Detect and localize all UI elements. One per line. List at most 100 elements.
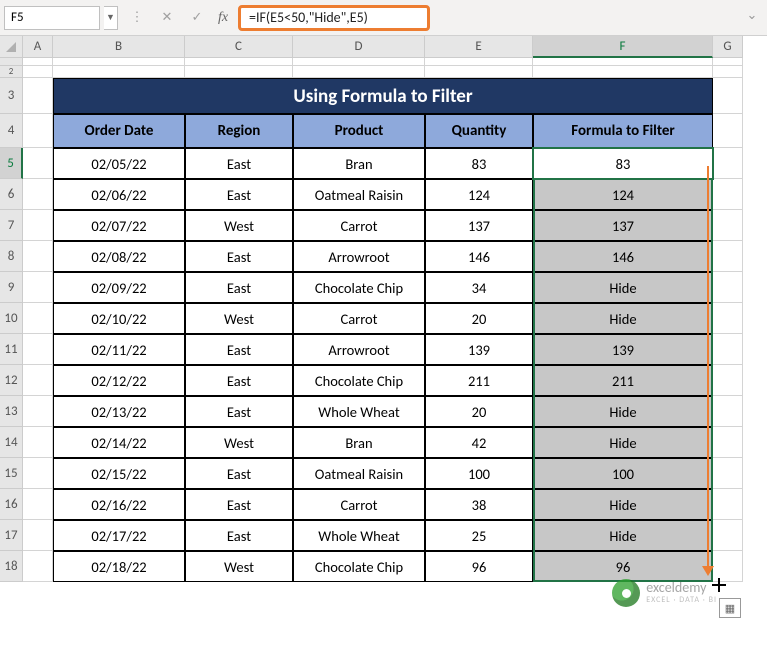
row-header[interactable]: 13 bbox=[0, 396, 23, 427]
row-header[interactable]: 2 bbox=[0, 66, 23, 78]
cell-region[interactable]: West bbox=[185, 210, 293, 241]
name-box-dropdown[interactable]: ▼ bbox=[104, 6, 118, 30]
sheet-cells[interactable]: Using Formula to Filter Order Date Regio… bbox=[23, 58, 743, 582]
cell-filter[interactable]: 137 bbox=[533, 210, 713, 241]
blank-cell[interactable] bbox=[23, 551, 53, 582]
col-header-a[interactable]: A bbox=[23, 36, 53, 58]
cell-region[interactable]: East bbox=[185, 179, 293, 210]
row-header[interactable]: 15 bbox=[0, 458, 23, 489]
cell-quantity[interactable]: 25 bbox=[425, 520, 533, 551]
cell-quantity[interactable]: 20 bbox=[425, 396, 533, 427]
cell-date[interactable]: 02/10/22 bbox=[53, 303, 185, 334]
cell-quantity[interactable]: 124 bbox=[425, 179, 533, 210]
cell-product[interactable]: Bran bbox=[293, 148, 425, 179]
cell-filter[interactable]: 146 bbox=[533, 241, 713, 272]
blank-cell[interactable] bbox=[713, 272, 743, 303]
cell-filter[interactable]: Hide bbox=[533, 520, 713, 551]
cell-region[interactable]: West bbox=[185, 551, 293, 582]
col-header-e[interactable]: E bbox=[425, 36, 533, 58]
autofill-options-button[interactable]: ▦ bbox=[719, 598, 741, 618]
blank-cell[interactable] bbox=[713, 396, 743, 427]
row-header[interactable]: 3 bbox=[0, 78, 23, 114]
cell-product[interactable]: Carrot bbox=[293, 303, 425, 334]
blank-cell[interactable] bbox=[713, 520, 743, 551]
header-region[interactable]: Region bbox=[185, 114, 293, 148]
cell-date[interactable]: 02/05/22 bbox=[53, 148, 185, 179]
cell-region[interactable]: East bbox=[185, 334, 293, 365]
cell-product[interactable]: Chocolate Chip bbox=[293, 551, 425, 582]
cell-filter[interactable]: Hide bbox=[533, 489, 713, 520]
cell-date[interactable]: 02/14/22 bbox=[53, 427, 185, 458]
blank-cell[interactable] bbox=[23, 427, 53, 458]
cell-quantity[interactable]: 34 bbox=[425, 272, 533, 303]
cell-product[interactable]: Chocolate Chip bbox=[293, 272, 425, 303]
blank-cell[interactable] bbox=[713, 241, 743, 272]
cell-region[interactable]: East bbox=[185, 489, 293, 520]
cell-product[interactable]: Whole Wheat bbox=[293, 520, 425, 551]
cell-product[interactable]: Carrot bbox=[293, 210, 425, 241]
cell-date[interactable]: 02/15/22 bbox=[53, 458, 185, 489]
cell-product[interactable]: Oatmeal Raisin bbox=[293, 458, 425, 489]
cancel-icon[interactable]: ✕ bbox=[156, 6, 178, 30]
blank-cell[interactable] bbox=[23, 241, 53, 272]
blank-cell[interactable] bbox=[23, 272, 53, 303]
row-header[interactable]: 8 bbox=[0, 241, 23, 272]
select-all-corner[interactable] bbox=[0, 36, 23, 58]
cell-date[interactable]: 02/09/22 bbox=[53, 272, 185, 303]
cell-region[interactable]: East bbox=[185, 396, 293, 427]
row-header[interactable]: 9 bbox=[0, 272, 23, 303]
blank-cell[interactable] bbox=[23, 148, 53, 179]
row-header[interactable]: 7 bbox=[0, 210, 23, 241]
col-header-f[interactable]: F bbox=[533, 36, 713, 58]
fx-icon[interactable]: fx bbox=[212, 10, 234, 26]
row-header[interactable]: 16 bbox=[0, 489, 23, 520]
cell-quantity[interactable]: 42 bbox=[425, 427, 533, 458]
name-box[interactable]: F5 bbox=[4, 6, 100, 30]
blank-cell[interactable] bbox=[713, 334, 743, 365]
cell-product[interactable]: Whole Wheat bbox=[293, 396, 425, 427]
cell-filter[interactable]: Hide bbox=[533, 303, 713, 334]
blank-cell[interactable] bbox=[713, 179, 743, 210]
col-header-c[interactable]: C bbox=[185, 36, 293, 58]
cell-quantity[interactable]: 20 bbox=[425, 303, 533, 334]
col-header-d[interactable]: D bbox=[293, 36, 425, 58]
row-header[interactable]: 10 bbox=[0, 303, 23, 334]
cell-product[interactable]: Arrowroot bbox=[293, 241, 425, 272]
cell-region[interactable]: East bbox=[185, 365, 293, 396]
cell-quantity[interactable]: 38 bbox=[425, 489, 533, 520]
cell-product[interactable]: Carrot bbox=[293, 489, 425, 520]
blank-cell[interactable] bbox=[713, 303, 743, 334]
blank-cell[interactable] bbox=[23, 520, 53, 551]
cell-filter[interactable]: 124 bbox=[533, 179, 713, 210]
col-header-b[interactable]: B bbox=[53, 36, 185, 58]
blank-cell[interactable] bbox=[23, 334, 53, 365]
cell-quantity[interactable]: 100 bbox=[425, 458, 533, 489]
row-header[interactable]: 18 bbox=[0, 551, 23, 582]
blank-cell[interactable] bbox=[713, 458, 743, 489]
cell-region[interactable]: East bbox=[185, 241, 293, 272]
cell-quantity[interactable]: 146 bbox=[425, 241, 533, 272]
blank-cell[interactable] bbox=[23, 458, 53, 489]
blank-cell[interactable] bbox=[713, 489, 743, 520]
blank-cell[interactable] bbox=[23, 179, 53, 210]
row-header[interactable]: 5 bbox=[0, 148, 23, 179]
enter-icon[interactable]: ✓ bbox=[186, 6, 208, 30]
blank-cell[interactable] bbox=[713, 148, 743, 179]
row-header[interactable]: 4 bbox=[0, 114, 23, 148]
cell-product[interactable]: Oatmeal Raisin bbox=[293, 179, 425, 210]
cell-filter[interactable]: Hide bbox=[533, 427, 713, 458]
cell-quantity[interactable]: 139 bbox=[425, 334, 533, 365]
cell-quantity[interactable]: 211 bbox=[425, 365, 533, 396]
merged-title[interactable]: Using Formula to Filter bbox=[53, 78, 713, 114]
row-header[interactable]: 17 bbox=[0, 520, 23, 551]
blank-cell[interactable] bbox=[713, 551, 743, 582]
cell-filter[interactable]: 96 bbox=[533, 551, 713, 582]
col-header-g[interactable]: G bbox=[713, 36, 743, 58]
cell-product[interactable]: Arrowroot bbox=[293, 334, 425, 365]
cell-region[interactable]: East bbox=[185, 148, 293, 179]
blank-cell[interactable] bbox=[23, 303, 53, 334]
blank-cell[interactable] bbox=[713, 365, 743, 396]
cell-date[interactable]: 02/11/22 bbox=[53, 334, 185, 365]
row-header[interactable] bbox=[0, 58, 23, 66]
blank-cell[interactable] bbox=[23, 365, 53, 396]
